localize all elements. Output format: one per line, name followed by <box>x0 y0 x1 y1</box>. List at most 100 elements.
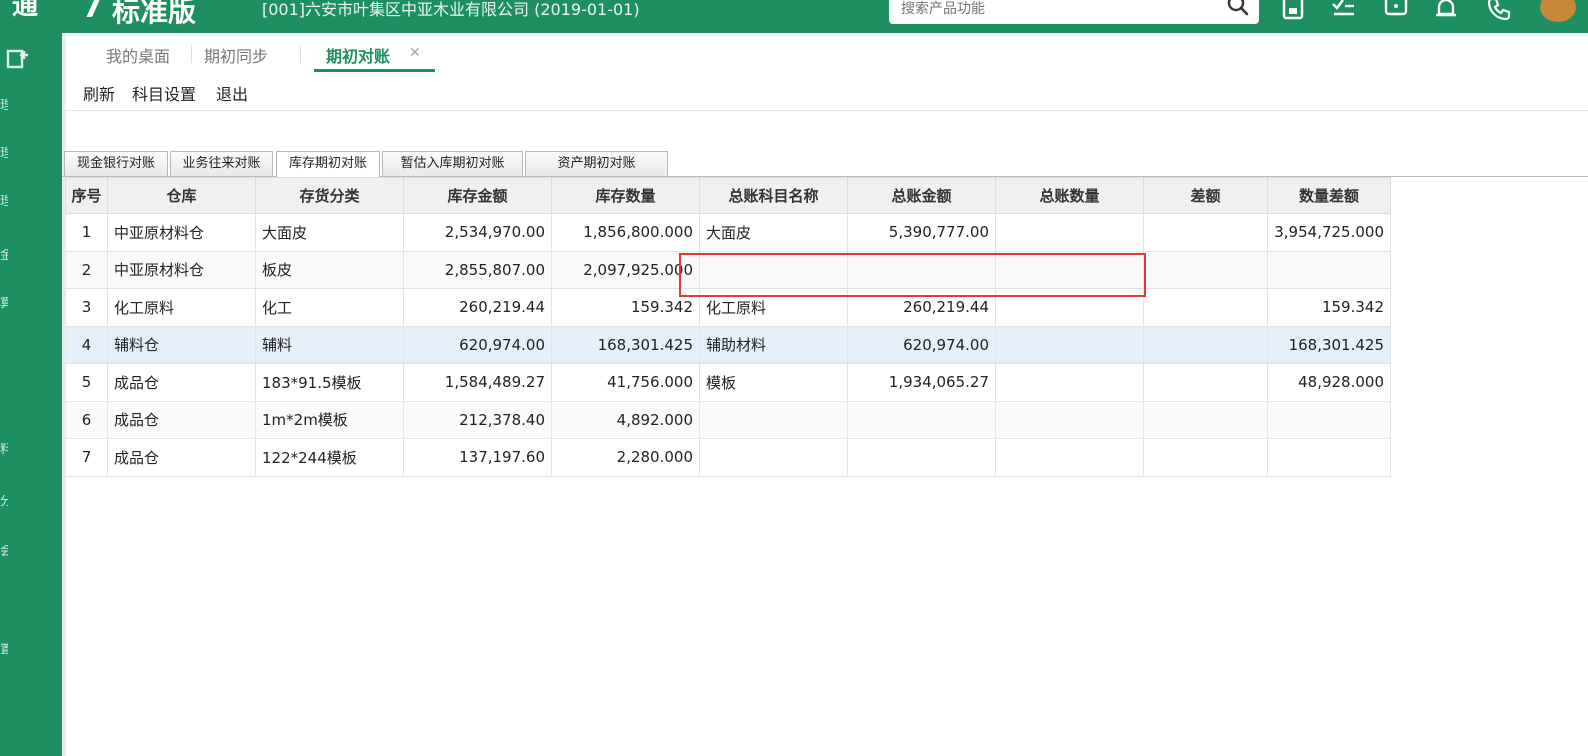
cell-warehouse[interactable]: 化工原料 <box>107 288 256 327</box>
cell-qty-diff[interactable]: 48,928.000 <box>1267 363 1391 402</box>
search-icon[interactable] <box>1225 0 1251 18</box>
subtab-assets[interactable]: 资产期初对账 <box>525 151 668 176</box>
cell-qty-diff[interactable]: 168,301.425 <box>1267 325 1391 364</box>
sidebar-item[interactable]: 会 <box>0 545 8 559</box>
tab-initial-reconcile[interactable]: 期初对账 <box>326 43 390 67</box>
phone-icon[interactable] <box>1486 0 1512 22</box>
checklist-icon[interactable] <box>1330 0 1356 22</box>
tab-initial-sync[interactable]: 期初同步 <box>204 43 268 67</box>
cell-diff[interactable] <box>1143 288 1268 327</box>
search-box[interactable] <box>889 0 1259 24</box>
search-input[interactable] <box>901 0 1221 18</box>
cell-stock-qty[interactable]: 2,097,925.000 <box>551 250 700 289</box>
cell-stock-amount[interactable]: 137,197.60 <box>403 438 552 477</box>
sidebar-item[interactable]: 分 <box>0 495 8 509</box>
cell-warehouse[interactable]: 中亚原材料仓 <box>107 250 256 289</box>
cell-index[interactable]: 5 <box>65 363 108 402</box>
cell-diff[interactable] <box>1143 400 1268 439</box>
cell-diff[interactable] <box>1143 325 1268 364</box>
cell-diff[interactable] <box>1143 250 1268 289</box>
sidebar-item[interactable]: 置 <box>0 643 8 657</box>
save-icon[interactable] <box>1280 0 1306 22</box>
tab-desktop[interactable]: 我的桌面 <box>106 43 170 67</box>
table-row[interactable]: 4 辅料仓 辅料 620,974.00 168,301.425 辅助材料 620,974.0… <box>65 325 1391 364</box>
cell-index[interactable]: 3 <box>65 288 108 327</box>
col-header-gl-account[interactable]: 总账科目名称 <box>699 177 848 214</box>
cell-gl-amount[interactable] <box>847 250 996 289</box>
col-header-gl-qty[interactable]: 总账数量 <box>995 177 1144 214</box>
cell-gl-qty[interactable] <box>995 288 1144 327</box>
table-row[interactable]: 7 成品仓 122*244模板 137,197.60 2,280.000 <box>65 438 1391 477</box>
cell-category[interactable]: 板皮 <box>255 250 404 289</box>
cell-warehouse[interactable]: 成品仓 <box>107 363 256 402</box>
cell-warehouse[interactable]: 中亚原材料仓 <box>107 213 256 252</box>
cell-gl-qty[interactable] <box>995 325 1144 364</box>
col-header-stock-amount[interactable]: 库存金额 <box>403 177 552 214</box>
cell-index[interactable]: 2 <box>65 250 108 289</box>
cell-category[interactable]: 1m*2m模板 <box>255 400 404 439</box>
table-row[interactable]: 1 中亚原材料仓 大面皮 2,534,970.00 1,856,800.000 大面皮 5,… <box>65 213 1391 252</box>
message-icon[interactable] <box>1383 0 1409 22</box>
subtab-business-dealings[interactable]: 业务往来对账 <box>170 151 273 176</box>
cell-stock-qty[interactable]: 41,756.000 <box>551 363 700 402</box>
cell-index[interactable]: 7 <box>65 438 108 477</box>
cell-gl-account[interactable] <box>699 438 848 477</box>
col-header-category[interactable]: 存货分类 <box>255 177 404 214</box>
cell-category[interactable]: 化工 <box>255 288 404 327</box>
cell-gl-account[interactable]: 化工原料 <box>699 288 848 327</box>
col-header-index[interactable]: 序号 <box>65 177 108 214</box>
cell-category[interactable]: 183*91.5模板 <box>255 363 404 402</box>
col-header-diff[interactable]: 差额 <box>1143 177 1268 214</box>
add-icon[interactable] <box>6 47 30 71</box>
cell-diff[interactable] <box>1143 438 1268 477</box>
sidebar-item[interactable]: 理 <box>0 147 8 161</box>
cell-stock-amount[interactable]: 212,378.40 <box>403 400 552 439</box>
sidebar-item[interactable]: 算 <box>0 297 8 311</box>
sidebar-item[interactable]: 理 <box>0 195 8 209</box>
cell-index[interactable]: 1 <box>65 213 108 252</box>
subtab-estimated-receipt[interactable]: 暂估入库期初对账 <box>382 151 523 176</box>
cell-stock-qty[interactable]: 2,280.000 <box>551 438 700 477</box>
refresh-button[interactable]: 刷新 <box>83 81 115 105</box>
cell-warehouse[interactable]: 成品仓 <box>107 400 256 439</box>
cell-stock-qty[interactable]: 159.342 <box>551 288 700 327</box>
cell-gl-amount[interactable] <box>847 438 996 477</box>
cell-diff[interactable] <box>1143 213 1268 252</box>
avatar[interactable] <box>1540 0 1576 22</box>
cell-qty-diff[interactable]: 3,954,725.000 <box>1267 213 1391 252</box>
cell-gl-amount[interactable] <box>847 400 996 439</box>
cell-qty-diff[interactable]: 159.342 <box>1267 288 1391 327</box>
cell-qty-diff[interactable] <box>1267 438 1391 477</box>
sidebar-item[interactable]: 理 <box>0 99 8 113</box>
exit-button[interactable]: 退出 <box>216 81 248 105</box>
col-header-stock-qty[interactable]: 库存数量 <box>551 177 700 214</box>
cell-gl-qty[interactable] <box>995 363 1144 402</box>
cell-gl-qty[interactable] <box>995 213 1144 252</box>
cell-gl-account[interactable]: 模板 <box>699 363 848 402</box>
cell-warehouse[interactable]: 成品仓 <box>107 438 256 477</box>
cell-stock-qty[interactable]: 168,301.425 <box>551 325 700 364</box>
cell-category[interactable]: 122*244模板 <box>255 438 404 477</box>
cell-gl-amount[interactable]: 5,390,777.00 <box>847 213 996 252</box>
subject-settings-button[interactable]: 科目设置 <box>132 81 196 105</box>
sidebar-item[interactable]: 料 <box>0 443 8 457</box>
cell-gl-amount[interactable]: 620,974.00 <box>847 325 996 364</box>
cell-qty-diff[interactable] <box>1267 400 1391 439</box>
cell-stock-amount[interactable]: 2,855,807.00 <box>403 250 552 289</box>
cell-index[interactable]: 4 <box>65 325 108 364</box>
subtab-inventory[interactable]: 库存期初对账 <box>276 151 380 177</box>
cell-gl-qty[interactable] <box>995 250 1144 289</box>
cell-stock-amount[interactable]: 2,534,970.00 <box>403 213 552 252</box>
table-row[interactable]: 2 中亚原材料仓 板皮 2,855,807.00 2,097,925.000 <box>65 250 1391 289</box>
col-header-qty-diff[interactable]: 数量差额 <box>1267 177 1391 214</box>
cell-gl-amount[interactable]: 260,219.44 <box>847 288 996 327</box>
cell-stock-amount[interactable]: 1,584,489.27 <box>403 363 552 402</box>
sidebar-item[interactable]: 金 <box>0 249 8 263</box>
cell-warehouse[interactable]: 辅料仓 <box>107 325 256 364</box>
col-header-warehouse[interactable]: 仓库 <box>107 177 256 214</box>
cell-category[interactable]: 辅料 <box>255 325 404 364</box>
col-header-gl-amount[interactable]: 总账金额 <box>847 177 996 214</box>
cell-gl-qty[interactable] <box>995 400 1144 439</box>
cell-stock-qty[interactable]: 1,856,800.000 <box>551 213 700 252</box>
table-row[interactable]: 6 成品仓 1m*2m模板 212,378.40 4,892.000 <box>65 400 1391 439</box>
